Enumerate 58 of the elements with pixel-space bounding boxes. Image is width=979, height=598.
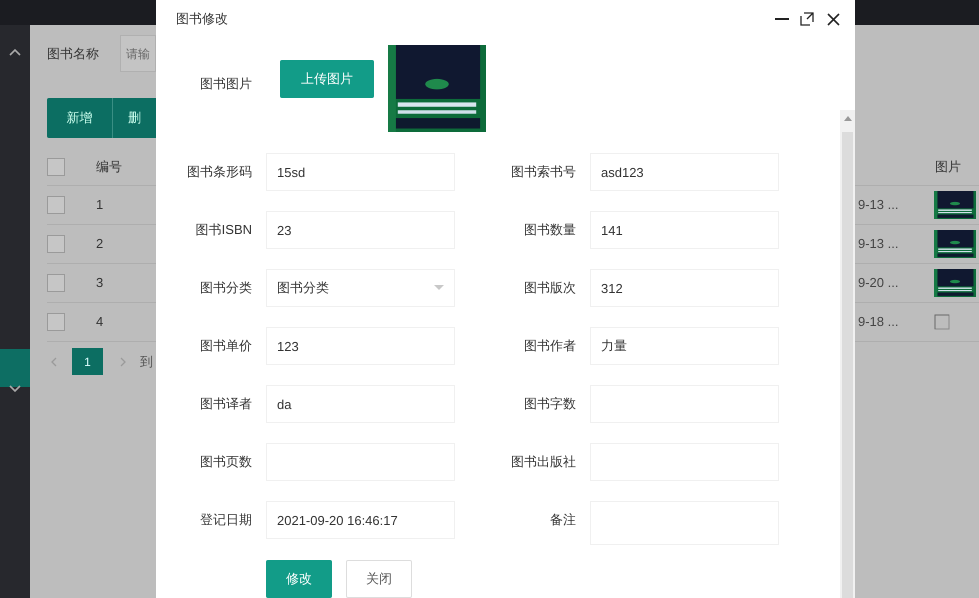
next-page-icon[interactable]: [120, 356, 126, 366]
select-field[interactable]: 图书分类: [266, 269, 455, 307]
column-header: 编号: [96, 158, 122, 176]
input-field[interactable]: 123: [266, 327, 455, 365]
row-checkbox[interactable]: [47, 313, 65, 331]
delete-button[interactable]: 删: [112, 98, 156, 138]
field-label: 图书ISBN: [194, 221, 252, 240]
field-label: 图书数量: [523, 221, 576, 240]
input-field[interactable]: 15sd: [266, 153, 455, 191]
field-label: 图书条形码: [186, 163, 252, 182]
dialog-title: 图书修改: [176, 10, 229, 28]
table-cell-text: 1: [96, 196, 104, 214]
field-label: 图书字数: [523, 395, 576, 414]
field-label: 图书页数: [199, 453, 252, 472]
expand-down-icon[interactable]: [9, 385, 21, 393]
field-label: 图书作者: [523, 337, 576, 356]
close-icon[interactable]: [827, 12, 840, 26]
input-field[interactable]: 23: [266, 211, 455, 249]
input-field[interactable]: 力量: [590, 327, 779, 365]
field-label: 图书出版社: [510, 453, 576, 472]
broken-image-icon: [934, 314, 950, 330]
table-cell-text: 3: [96, 274, 104, 292]
field-label: 图书图片: [199, 74, 252, 93]
field-label: 图书版次: [523, 279, 576, 298]
add-button[interactable]: 新增: [47, 98, 112, 138]
input-field[interactable]: 312: [590, 269, 779, 307]
field-label: 图书分类: [199, 279, 252, 298]
field-label: 图书索书号: [510, 163, 576, 182]
table-cell-text: 9-13 ...: [857, 235, 900, 254]
select-all-checkbox[interactable]: [47, 158, 65, 176]
table-cell-text: 4: [96, 313, 104, 332]
row-checkbox[interactable]: [47, 235, 65, 253]
caret-icon: [434, 285, 444, 291]
table-cell-text: 2: [96, 235, 104, 254]
input-field[interactable]: asd123: [590, 153, 779, 191]
previous-page-icon[interactable]: [51, 356, 57, 366]
page-button[interactable]: 1: [72, 348, 103, 375]
close-button[interactable]: 关闭: [346, 560, 412, 598]
collapse-up-icon[interactable]: [9, 48, 21, 56]
table-cell-text: 9-18 ...: [857, 313, 900, 332]
scrollbar[interactable]: [840, 110, 855, 598]
jump-label: 到: [140, 352, 153, 371]
input-field[interactable]: 141: [590, 211, 779, 249]
input-field[interactable]: da: [266, 385, 455, 423]
search-field[interactable]: 请输: [120, 35, 156, 72]
field-label: 登记日期: [199, 511, 252, 530]
row-checkbox[interactable]: [47, 274, 65, 292]
maximize-icon[interactable]: [800, 12, 814, 26]
column-header: 图片: [935, 158, 961, 176]
table-cell-text: 9-13 ...: [857, 196, 900, 214]
field-label: 备注: [549, 511, 576, 530]
row-checkbox[interactable]: [47, 196, 65, 214]
input-field[interactable]: 2021-09-20 16:46:17: [266, 501, 455, 539]
search-label: 图书名称: [47, 44, 100, 63]
field-label: 图书译者: [199, 395, 252, 414]
scroll-up-icon[interactable]: [844, 116, 852, 121]
table-cell-text: 9-20 ...: [857, 274, 900, 292]
field-label: 图书单价: [199, 337, 252, 356]
